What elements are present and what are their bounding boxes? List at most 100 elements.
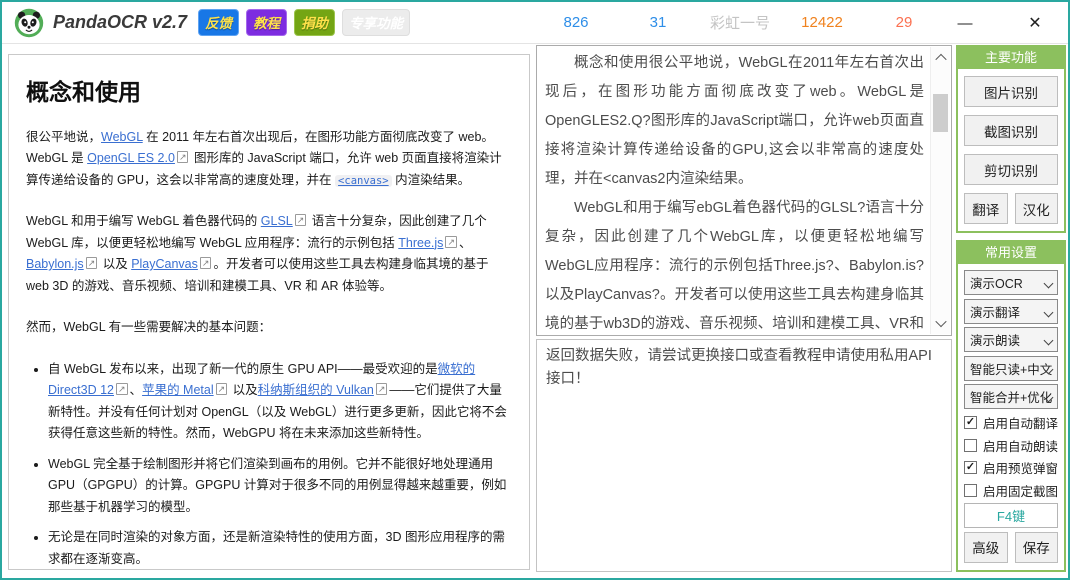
text-run: 以及 — [229, 383, 257, 397]
scrollbar-thumb[interactable] — [933, 94, 948, 132]
minimize-button[interactable]: — — [943, 2, 987, 44]
scrollbar-track[interactable] — [930, 47, 950, 334]
auto-speech-row: 启用自动朗读 — [964, 436, 1058, 455]
app-window: PandaOCR v2.7 反馈 教程 捐助 专享功能 826 31 彩虹一号 … — [0, 0, 1070, 580]
auto-translate-row: ✓ 启用自动翻译 — [964, 413, 1058, 432]
glsl-link[interactable]: GLSL — [261, 214, 293, 228]
article-preview-panel: 概念和使用 很公平地说，WebGL 在 2011 年左右首次出现后，在图形功能方… — [8, 54, 530, 570]
article-paragraph: 很公平地说，WebGL 在 2011 年左右首次出现后，在图形功能方面彻底改变了… — [26, 127, 512, 192]
external-link-icon — [177, 150, 189, 165]
main-functions-header: 主要功能 — [958, 47, 1064, 69]
stat-counter-3[interactable]: 12422 — [781, 14, 863, 31]
webgl-link[interactable]: WebGL — [101, 130, 143, 144]
checkbox-label: 启用预览弹窗 — [983, 458, 1058, 477]
checkbox-label: 启用固定截图 — [983, 481, 1058, 500]
translate-button[interactable]: 翻译 — [964, 193, 1008, 224]
error-message: 返回数据失败，请尝试更换接口或查看教程申请使用私用API接口！ — [546, 348, 932, 387]
scroll-down-button[interactable] — [931, 314, 950, 332]
external-link-icon — [86, 256, 98, 271]
select-value: 智能只读+中文 — [970, 359, 1052, 378]
sidebar: 主要功能 图片识别 截图识别 剪切识别 翻译 汉化 常用设置 演示OCR 演示翻… — [956, 45, 1066, 572]
stat-counter-4[interactable]: 29 — [863, 14, 945, 31]
metal-link[interactable]: 苹果的 Metal — [142, 383, 214, 397]
fixed-screenshot-row: 启用固定截图 — [964, 481, 1058, 500]
translation-result-textarea[interactable]: 返回数据失败，请尝试更换接口或查看教程申请使用私用API接口！ — [536, 339, 952, 572]
ocr-result-textarea[interactable]: 概念和使用很公平地说，WebGL在2011年左右首次出现后，在图形功能方面彻底改… — [545, 49, 924, 333]
recognize-mode-select[interactable]: 智能只读+中文 — [964, 356, 1058, 381]
bullet-item: 自 WebGL 发布以来，出现了新一代的原生 GPU API——最受欢迎的是微软… — [48, 359, 512, 445]
chevron-up-icon — [935, 54, 946, 65]
external-link-icon — [376, 382, 388, 397]
text-run: WebGL 和用于编写 WebGL 着色器代码的 — [26, 214, 261, 228]
translate-engine-select[interactable]: 演示翻译 — [964, 299, 1058, 324]
titlebar-stats: 826 31 彩虹一号 12422 29 — [535, 2, 945, 43]
text-run: 以及 — [99, 257, 131, 271]
external-link-icon — [445, 235, 457, 250]
donate-badge[interactable]: 捐助 — [294, 9, 335, 36]
title-bar: PandaOCR v2.7 反馈 教程 捐助 专享功能 826 31 彩虹一号 … — [2, 2, 1068, 44]
article-bullet-list: 自 WebGL 发布以来，出现了新一代的原生 GPU API——最受欢迎的是微软… — [26, 359, 512, 570]
text-run: 内渲染结果。 — [392, 173, 470, 187]
image-ocr-button[interactable]: 图片识别 — [964, 76, 1058, 107]
advanced-button[interactable]: 高级 — [964, 532, 1008, 563]
app-title: PandaOCR v2.7 — [53, 12, 187, 33]
text-run: 、 — [459, 236, 472, 250]
feedback-badge[interactable]: 反馈 — [198, 9, 239, 36]
common-settings-body: 演示OCR 演示翻译 演示朗读 智能只读+中文 智能合并+优化 ✓ 启用自动翻译… — [958, 264, 1064, 570]
hotkey-input[interactable]: F4键 — [964, 503, 1058, 528]
playcanvas-link[interactable]: PlayCanvas — [131, 257, 198, 271]
save-button[interactable]: 保存 — [1015, 532, 1059, 563]
bullet-item: WebGL 完全基于绘制图形并将它们渲染到画布的用例。它并不能很好地处理通用 G… — [48, 454, 512, 519]
ocr-engine-select[interactable]: 演示OCR — [964, 270, 1058, 295]
common-settings-header: 常用设置 — [958, 242, 1064, 264]
panda-logo-icon — [14, 8, 44, 38]
article-paragraph: WebGL 和用于编写 WebGL 着色器代码的 GLSL 语言十分复杂，因此创… — [26, 211, 512, 297]
button-pair: 高级 保存 — [964, 532, 1058, 563]
article-heading: 概念和使用 — [26, 79, 512, 107]
button-pair: 翻译 汉化 — [964, 193, 1058, 224]
chevron-down-icon — [1044, 279, 1054, 289]
merge-mode-select[interactable]: 智能合并+优化 — [964, 384, 1058, 409]
clipboard-ocr-button[interactable]: 剪切识别 — [964, 154, 1058, 185]
ocr-result-panel: 概念和使用很公平地说，WebGL在2011年左右首次出现后，在图形功能方面彻底改… — [536, 45, 952, 336]
stat-counter-1[interactable]: 826 — [535, 14, 617, 31]
common-settings-section: 常用设置 演示OCR 演示翻译 演示朗读 智能只读+中文 智能合并+优化 ✓ 启… — [956, 240, 1066, 572]
ocr-paragraph: WebGL和用于编写ebGL着色器代码的GLSL?语言十分复杂，因此创建了几个W… — [545, 194, 924, 333]
bullet-item: 无论是在同时渲染的对象方面，还是新渲染特性的使用方面，3D 图形应用程序的需求都… — [48, 527, 512, 570]
preview-popup-checkbox[interactable]: ✓ — [964, 461, 977, 474]
select-value: 演示翻译 — [970, 302, 1020, 321]
main-functions-body: 图片识别 截图识别 剪切识别 翻译 汉化 — [958, 69, 1064, 231]
main-functions-section: 主要功能 图片识别 截图识别 剪切识别 翻译 汉化 — [956, 45, 1066, 233]
canvas-code-link[interactable]: <canvas> — [335, 175, 392, 187]
babylonjs-link[interactable]: Babylon.js — [26, 257, 84, 271]
tutorial-badge[interactable]: 教程 — [246, 9, 287, 36]
auto-speech-checkbox[interactable] — [964, 439, 977, 452]
fixed-screenshot-checkbox[interactable] — [964, 484, 977, 497]
chevron-down-icon — [1044, 307, 1054, 317]
speech-engine-select[interactable]: 演示朗读 — [964, 327, 1058, 352]
vulkan-link[interactable]: 科纳斯组织的 Vulkan — [258, 383, 374, 397]
close-button[interactable]: ✕ — [1013, 2, 1057, 44]
auto-translate-checkbox[interactable]: ✓ — [964, 416, 977, 429]
text-run: 很公平地说， — [26, 130, 101, 144]
chevron-down-icon — [935, 316, 946, 327]
select-value: 演示朗读 — [970, 330, 1020, 349]
checkbox-label: 启用自动朗读 — [983, 436, 1058, 455]
localize-button[interactable]: 汉化 — [1015, 193, 1059, 224]
opengl-es-link[interactable]: OpenGL ES 2.0 — [87, 151, 175, 165]
select-value: 演示OCR — [970, 273, 1023, 292]
stat-counter-2[interactable]: 31 — [617, 14, 699, 31]
threejs-link[interactable]: Three.js — [398, 236, 443, 250]
screenshot-ocr-button[interactable]: 截图识别 — [964, 115, 1058, 146]
select-value: 智能合并+优化 — [970, 387, 1052, 406]
text-run: 自 WebGL 发布以来，出现了新一代的原生 GPU API——最受欢迎的是 — [48, 362, 438, 376]
stat-server-name[interactable]: 彩虹一号 — [699, 12, 781, 33]
article-paragraph: 然而，WebGL 有一些需要解决的基本问题： — [26, 317, 512, 339]
external-link-icon — [116, 382, 128, 397]
external-link-icon — [295, 213, 307, 228]
preview-popup-row: ✓ 启用预览弹窗 — [964, 458, 1058, 477]
text-run: 、 — [130, 383, 143, 397]
premium-features-badge[interactable]: 专享功能 — [342, 9, 410, 36]
chevron-down-icon — [1044, 336, 1054, 346]
scroll-up-button[interactable] — [931, 49, 950, 67]
